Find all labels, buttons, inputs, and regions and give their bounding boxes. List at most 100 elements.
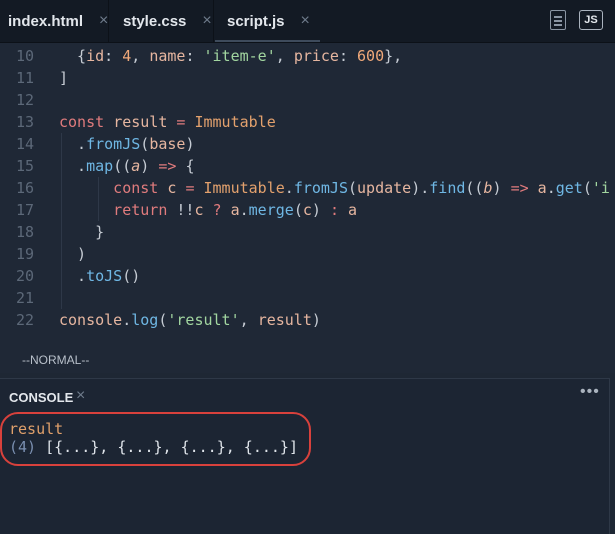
line-number: 13 — [15, 113, 34, 131]
code-token: : — [329, 201, 348, 219]
code-token: . — [59, 267, 87, 285]
code-token: 'result' — [167, 311, 240, 329]
code-token: 'i — [591, 179, 610, 197]
code-line[interactable]: 22 console.log('result', result) — [0, 309, 615, 331]
code-line[interactable]: 16 const c = Immutable.fromJS(update).fi… — [0, 177, 615, 199]
code-text: {id: 4, name: 'item-e', price: 600}, — [59, 45, 402, 67]
code-token: { — [59, 47, 87, 65]
close-icon[interactable]: × — [76, 387, 85, 405]
tab-divider — [213, 0, 214, 42]
code-token: => — [510, 179, 538, 197]
code-token: return — [59, 201, 177, 219]
line-number: 10 — [15, 47, 34, 65]
code-token: id — [86, 47, 105, 65]
code-line[interactable]: 19 ) — [0, 243, 615, 265]
code-token: get — [555, 179, 583, 197]
tab-script-js[interactable]: script.js × — [215, 0, 320, 42]
code-line[interactable]: 17 return !!c ? a.merge(c) : a — [0, 199, 615, 221]
code-token: a — [230, 201, 240, 219]
code-token: !! — [176, 201, 195, 219]
line-number: 21 — [15, 289, 34, 307]
code-line[interactable]: 14 .fromJS(base) — [0, 133, 615, 155]
close-icon[interactable]: × — [99, 12, 108, 30]
code-token: ) — [59, 245, 87, 263]
code-token: : — [104, 47, 123, 65]
code-token: const — [59, 179, 168, 197]
line-number: 14 — [15, 135, 34, 153]
code-token: ( — [348, 179, 358, 197]
tab-index-html[interactable]: index.html × — [8, 0, 108, 42]
code-token: console — [59, 311, 123, 329]
code-line[interactable]: 20 .toJS() — [0, 265, 615, 287]
code-line[interactable]: 15 .map((a) => { — [0, 155, 615, 177]
code-text: console.log('result', result) — [59, 309, 321, 331]
code-token: . — [546, 179, 556, 197]
document-icon[interactable] — [550, 10, 566, 30]
console-title: CONSOLE — [9, 390, 74, 405]
line-number: 19 — [15, 245, 34, 263]
tab-style-css[interactable]: style.css × — [123, 0, 212, 42]
code-text: .fromJS(base) — [59, 133, 194, 155]
code-editor[interactable]: 10 {id: 4, name: 'item-e', price: 600}, 1… — [0, 43, 615, 373]
code-text: ] — [59, 67, 68, 89]
code-token: fromJS — [86, 135, 141, 153]
code-text: const c = Immutable.fromJS(update).find(… — [59, 177, 610, 199]
console-panel: CONSOLE × ••• result (4) [{...}, {...}, … — [0, 378, 610, 534]
line-number: 16 — [15, 179, 34, 197]
tab-label: index.html — [8, 12, 84, 30]
code-token: name — [149, 47, 186, 65]
code-token: (( — [465, 179, 484, 197]
console-header: CONSOLE × ••• — [0, 379, 609, 415]
code-line[interactable]: 21 — [0, 287, 615, 309]
code-token: ) — [185, 135, 195, 153]
code-token: base — [149, 135, 186, 153]
code-token: 4 — [122, 47, 132, 65]
line-number: 17 — [15, 201, 34, 219]
code-token: ) — [311, 201, 330, 219]
language-badge[interactable]: JS — [579, 10, 603, 30]
more-options-icon[interactable]: ••• — [580, 383, 600, 401]
close-icon[interactable]: × — [202, 12, 211, 30]
code-token: } — [59, 223, 105, 241]
code-token: c — [302, 201, 312, 219]
code-token: = — [185, 179, 204, 197]
code-token: ) — [311, 311, 321, 329]
code-token: fromJS — [293, 179, 348, 197]
code-line[interactable]: 13 const result = Immutable — [0, 111, 615, 133]
code-token: . — [59, 135, 87, 153]
code-token: merge — [248, 201, 294, 219]
code-token: 'item-e' — [203, 47, 276, 65]
code-text: const result = Immutable — [59, 111, 276, 133]
code-token: find — [429, 179, 466, 197]
code-token: a — [348, 201, 358, 219]
code-token: Immutable — [194, 113, 276, 131]
line-number: 12 — [15, 91, 34, 109]
code-token: ( — [582, 179, 592, 197]
code-token: { — [185, 157, 195, 175]
code-token: => — [158, 157, 186, 175]
console-output-value[interactable]: (4) [{...}, {...}, {...}, {...}] — [9, 438, 298, 456]
close-icon[interactable]: × — [301, 12, 310, 30]
code-token: ). — [411, 179, 430, 197]
code-token: c — [167, 179, 186, 197]
code-line[interactable]: 12 — [0, 89, 615, 111]
code-token: () — [122, 267, 141, 285]
code-token: , — [275, 47, 294, 65]
code-token: log — [131, 311, 159, 329]
code-token: ) — [492, 179, 511, 197]
code-line[interactable]: 11] — [0, 67, 615, 89]
code-token: , — [131, 47, 150, 65]
code-token: = — [176, 113, 195, 131]
code-token: }, — [384, 47, 403, 65]
code-token: result — [113, 113, 177, 131]
tab-bar: index.html × style.css × script.js × JS — [0, 0, 615, 43]
code-line[interactable]: 10 {id: 4, name: 'item-e', price: 600}, — [0, 45, 615, 67]
line-number: 15 — [15, 157, 34, 175]
code-token: a — [131, 157, 141, 175]
console-output-label: result — [9, 420, 64, 438]
code-text: return !!c ? a.merge(c) : a — [59, 199, 357, 221]
code-token: b — [483, 179, 493, 197]
indent-guide — [61, 133, 62, 309]
code-line[interactable]: 18 } — [0, 221, 615, 243]
array-length: (4) — [9, 438, 37, 456]
